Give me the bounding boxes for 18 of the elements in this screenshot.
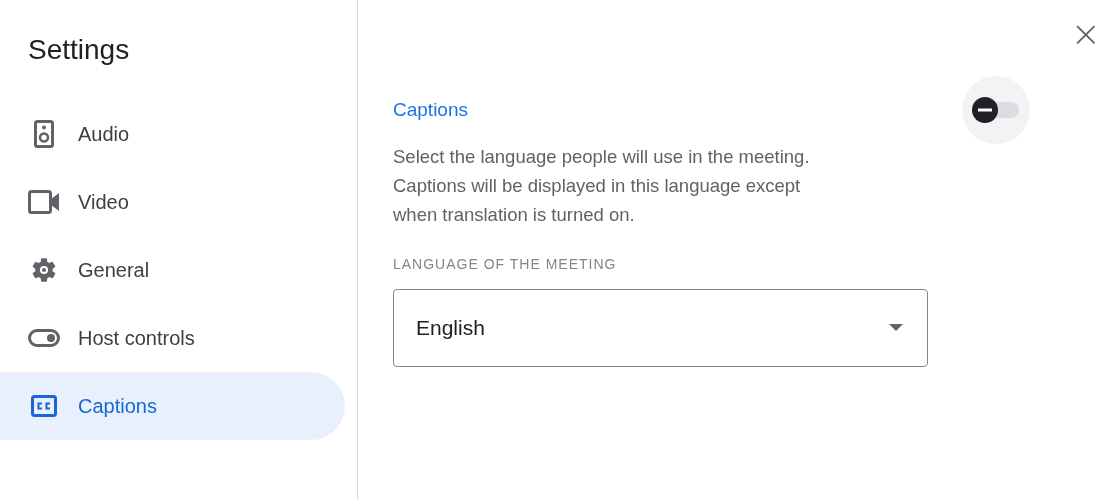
sidebar-item[interactable]: Audio: [0, 100, 345, 168]
speaker-icon: [34, 120, 54, 148]
caret-icon: [889, 324, 903, 331]
settings-title: Settings: [27, 33, 131, 67]
captions-heading: Captions: [393, 98, 469, 122]
language-dropdown[interactable]: English: [393, 288, 928, 367]
sidebar-item[interactable]: Video: [0, 168, 345, 236]
captions-switch[interactable]: [971, 96, 1021, 124]
closed-captions-icon: [31, 395, 57, 417]
sidebar-item[interactable]: Host controls: [0, 304, 345, 372]
sidebar-item[interactable]: Captions: [0, 372, 345, 440]
toggle-icon: [28, 329, 60, 347]
sidebar-item[interactable]: General: [0, 236, 345, 304]
camera-icon: [28, 190, 60, 214]
gear-icon: [30, 256, 58, 284]
captions-description: Select the language people will use in the meeting. Captions will be displayed in this language except when translation is turned on.: [393, 144, 811, 227]
close-button[interactable]: ×: [1070, 16, 1101, 52]
language-label: LANGUAGE OF THE MEETING: [393, 254, 618, 274]
